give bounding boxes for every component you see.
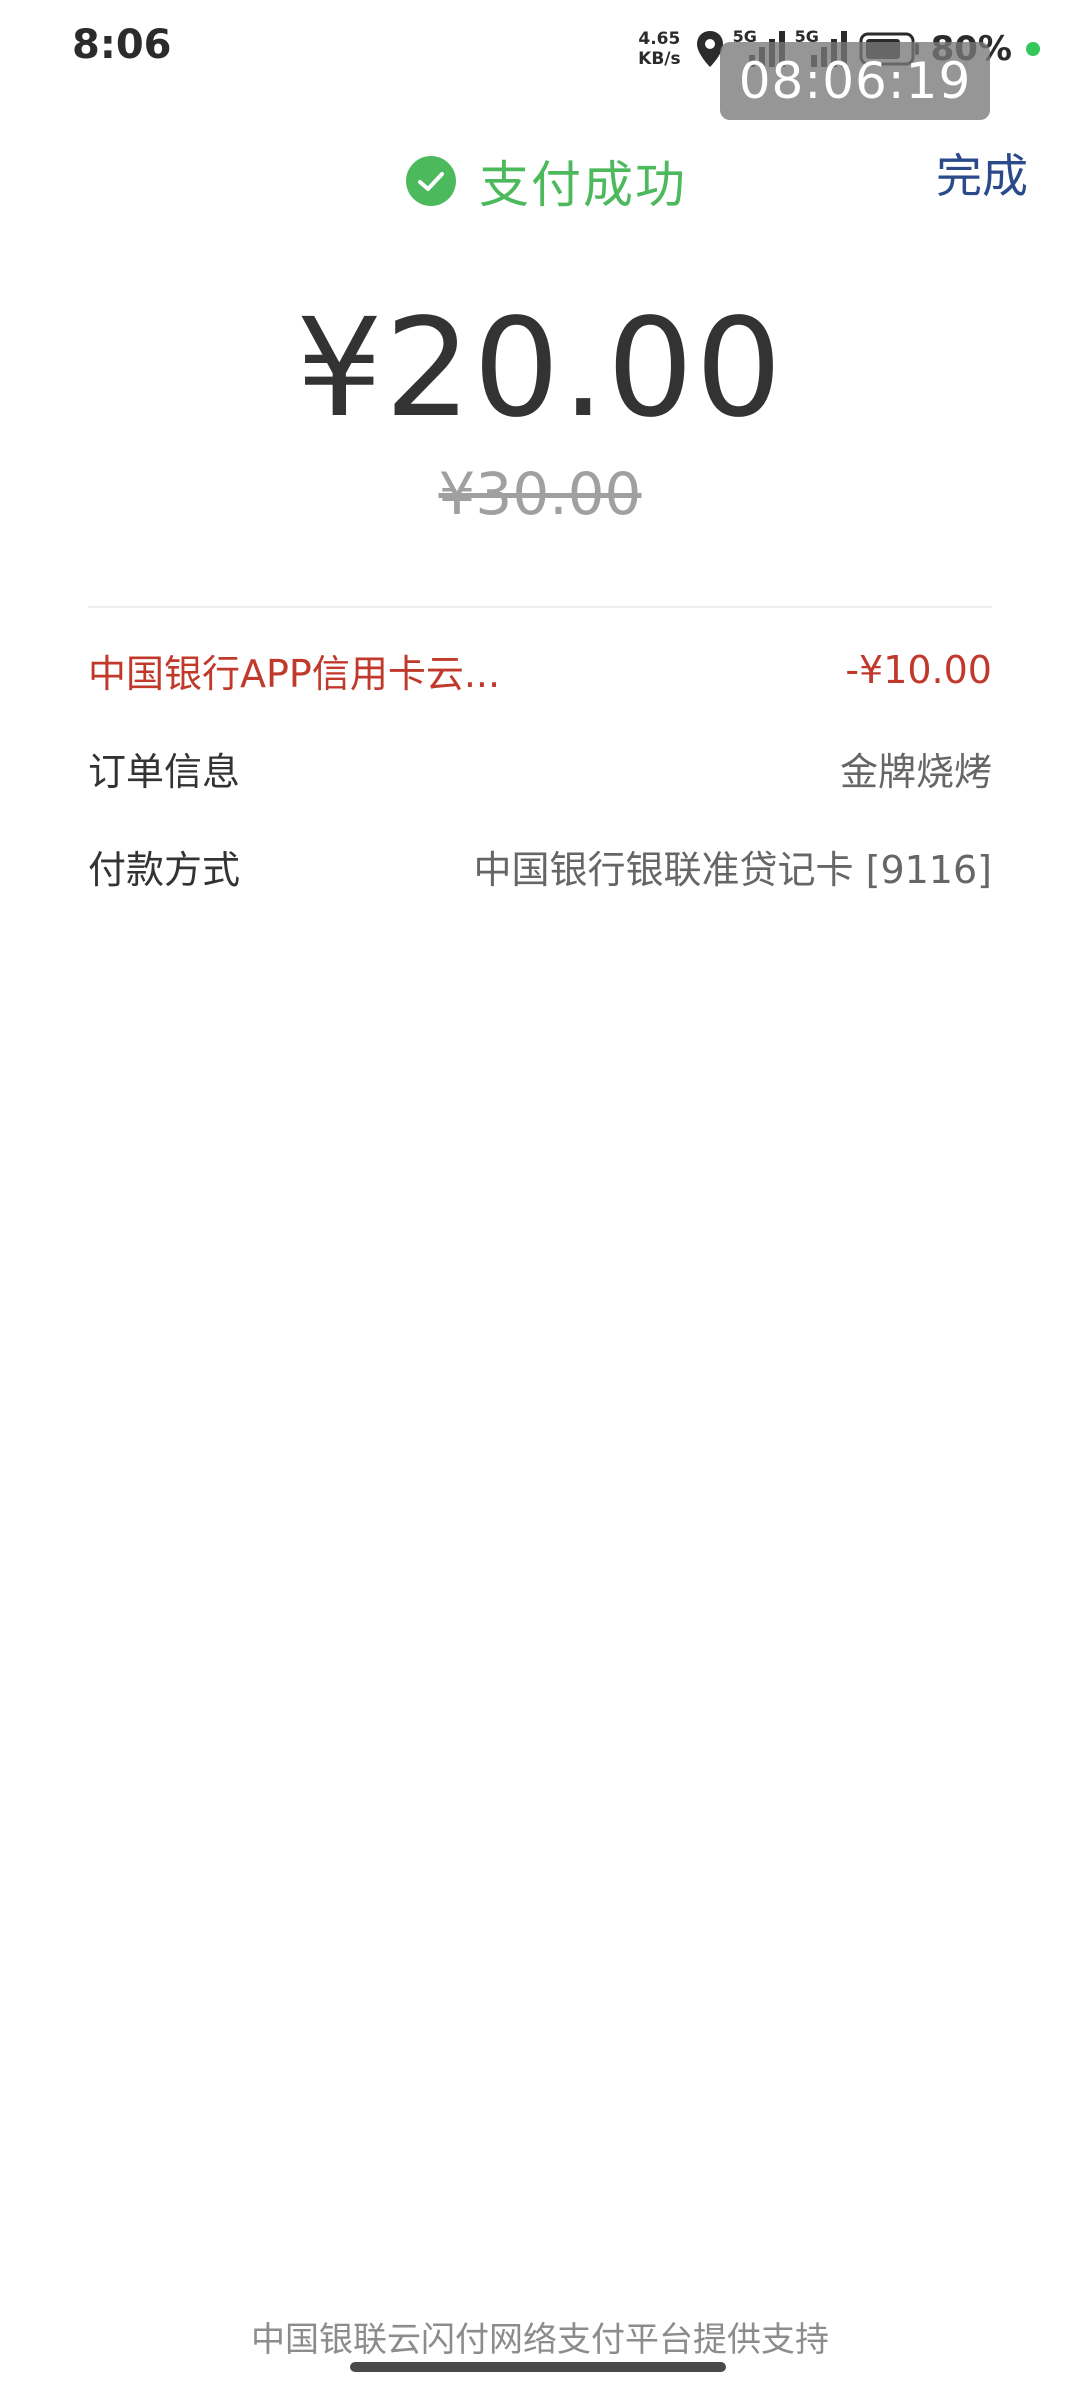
order-info-row: 订单信息 金牌烧烤 [88,738,992,798]
payment-method-row: 付款方式 中国银行银联准贷记卡 [9116] [88,836,992,896]
home-indicator[interactable] [350,2362,726,2372]
discount-value: -¥10.00 [845,648,992,692]
payment-status-header: 支付成功 [405,145,687,217]
done-button[interactable]: 完成 [936,140,1028,206]
order-info-value: 金牌烧烤 [839,749,992,794]
screen-record-timer[interactable]: 08:06:19 [720,42,990,120]
payment-method-label: 付款方式 [88,847,241,892]
discount-label: 中国银行APP信用卡云... [88,651,501,696]
network-speed-unit: KB/s [638,49,681,69]
footer-support-note: 中国银联云闪付网络支付平台提供支持 [251,2320,829,2360]
status-time: 8:06 [72,22,172,68]
privacy-indicator-dot [1026,42,1040,56]
paid-amount: ¥20.00 [296,290,784,448]
check-circle-icon [406,156,456,206]
order-info-label: 订单信息 [88,749,241,794]
discount-row: 中国银行APP信用卡云... -¥10.00 [88,640,992,700]
divider [88,606,992,608]
network-speed: 4.65 KB/s [638,29,680,69]
payment-method-value: 中国银行银联准贷记卡 [9116] [473,847,992,892]
network-speed-value: 4.65 [638,29,681,49]
payment-result-screen: 8:06 4.65 KB/s 5G 5G 08:06:19 支付成功 完成 ¥2… [0,0,1080,2400]
payment-status-text: 支付成功 [479,156,687,214]
original-amount: ¥30.00 [438,460,642,528]
